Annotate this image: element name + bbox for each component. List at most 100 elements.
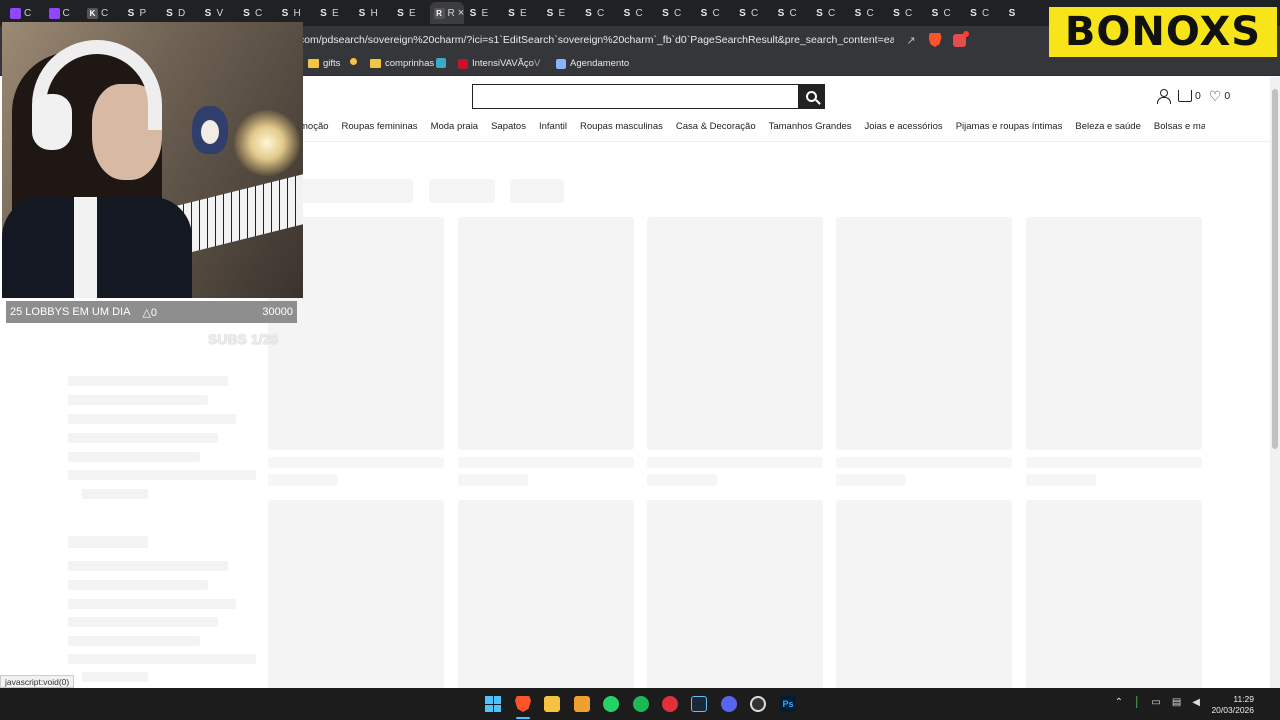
volume-icon[interactable]: ◀ bbox=[1192, 697, 1200, 708]
category-link[interactable]: Pijamas e roupas íntimas bbox=[956, 121, 1063, 132]
photoshop-icon[interactable]: Ps bbox=[780, 696, 796, 712]
twitch-favicon-icon bbox=[48, 7, 60, 19]
product-card-skeleton bbox=[836, 217, 1012, 450]
browser-tab[interactable]: SC bbox=[849, 2, 888, 24]
bookmark-gifts[interactable]: gifts bbox=[308, 58, 340, 69]
browser-tab[interactable]: KC bbox=[83, 2, 122, 24]
category-link[interactable]: Roupas femininas bbox=[342, 121, 418, 132]
browser-tab[interactable]: SC bbox=[237, 2, 276, 24]
bookmark-agendamento[interactable]: Agendamento bbox=[556, 58, 629, 69]
sidebar-skeleton bbox=[68, 636, 200, 646]
chevron-up-icon[interactable]: ⌃ bbox=[1115, 697, 1123, 708]
product-title-skeleton bbox=[268, 457, 444, 468]
browser-tab[interactable]: C bbox=[6, 2, 45, 24]
browser-tab[interactable]: SE bbox=[464, 2, 503, 24]
category-link[interactable]: Joias e acessórios bbox=[865, 121, 943, 132]
product-title-skeleton bbox=[647, 457, 823, 468]
whatsapp-icon[interactable] bbox=[603, 696, 619, 712]
browser-tab[interactable]: SC bbox=[656, 2, 695, 24]
category-link[interactable]: Casa & Decoração bbox=[676, 121, 756, 132]
file-explorer-icon[interactable] bbox=[544, 696, 560, 712]
category-link[interactable]: Moda praia bbox=[431, 121, 479, 132]
goal-current: △0 bbox=[142, 306, 158, 319]
v-logo-icon bbox=[458, 58, 468, 69]
bookmark-site-icon[interactable] bbox=[436, 58, 446, 68]
wishlist-button[interactable]: ♡ 0 bbox=[1209, 89, 1230, 103]
obs-icon[interactable] bbox=[750, 696, 766, 712]
browser-tab[interactable]: SE bbox=[541, 2, 580, 24]
category-link[interactable]: Beleza e saúde bbox=[1075, 121, 1141, 132]
browser-tab[interactable]: SC bbox=[964, 2, 1003, 24]
active-app-indicator bbox=[516, 717, 530, 719]
app-red-icon[interactable] bbox=[662, 696, 678, 712]
network-icon[interactable]: ▤ bbox=[1172, 697, 1181, 708]
s-favicon-icon: S bbox=[816, 7, 823, 19]
header-actions: 0 ♡ 0 bbox=[1156, 89, 1230, 104]
bookmark-v[interactable]: V bbox=[534, 58, 540, 69]
browser-tab[interactable]: SC bbox=[618, 2, 657, 24]
product-card-skeleton bbox=[1026, 500, 1202, 688]
s-favicon-icon: S bbox=[662, 7, 669, 19]
search-input[interactable] bbox=[473, 85, 798, 108]
scrollbar-thumb[interactable] bbox=[1272, 89, 1278, 449]
browser-tab[interactable]: SH bbox=[276, 2, 315, 24]
category-nav: moção Roupas femininas Moda praia Sapatos In… bbox=[300, 121, 1205, 135]
address-bar[interactable]: .com/pdsearch/sovereign%20charm/?ici=s1`… bbox=[296, 29, 969, 51]
browser-tab[interactable]: SC bbox=[695, 2, 734, 24]
spotify-icon[interactable] bbox=[633, 696, 649, 712]
sidebar-skeleton bbox=[68, 617, 218, 627]
display-icon[interactable]: ▭ bbox=[1151, 697, 1160, 708]
steam-icon[interactable] bbox=[691, 696, 707, 712]
browser-tab[interactable]: SC bbox=[926, 2, 965, 24]
browser-tab[interactable]: SE bbox=[391, 2, 430, 24]
product-price-skeleton bbox=[268, 474, 338, 486]
category-link[interactable]: Infantil bbox=[539, 121, 567, 132]
category-link[interactable]: moção bbox=[300, 121, 329, 132]
microphone-icon[interactable]: │ bbox=[1134, 697, 1140, 708]
browser-tab[interactable]: SC bbox=[810, 2, 849, 24]
bookmark-intensivavaco[interactable]: IntensiVAVÃço bbox=[458, 58, 534, 69]
brave-browser-icon[interactable] bbox=[515, 696, 531, 712]
browser-tab[interactable]: R R × bbox=[429, 2, 464, 24]
browser-tab[interactable]: SE bbox=[314, 2, 353, 24]
user-icon[interactable] bbox=[1156, 89, 1171, 104]
browser-tab[interactable]: SC bbox=[733, 2, 772, 24]
browser-tab[interactable]: SE bbox=[502, 2, 541, 24]
browser-tab[interactable]: SH bbox=[353, 2, 392, 24]
cart-count: 0 bbox=[1195, 90, 1201, 102]
windows-logo-icon bbox=[485, 696, 501, 712]
browser-tab[interactable]: SD bbox=[160, 2, 199, 24]
browser-tab[interactable]: SC bbox=[579, 2, 618, 24]
browser-tab[interactable]: C bbox=[45, 2, 84, 24]
category-link[interactable]: Roupas masculinas bbox=[580, 121, 663, 132]
brave-shields-icon[interactable] bbox=[928, 33, 942, 47]
bookmark-dot[interactable] bbox=[350, 58, 357, 65]
lamp bbox=[234, 110, 300, 176]
discord-icon[interactable] bbox=[721, 696, 737, 712]
browser-tab[interactable]: S bbox=[1003, 2, 1042, 24]
s-favicon-icon: S bbox=[320, 7, 327, 19]
share-icon[interactable]: ↗ bbox=[904, 33, 918, 47]
browser-tab[interactable]: SP bbox=[122, 2, 161, 24]
sublime-text-icon[interactable] bbox=[574, 696, 590, 712]
s-favicon-icon: S bbox=[623, 7, 631, 19]
taskbar-clock[interactable]: 11:29 20/03/2026 bbox=[1211, 694, 1254, 716]
category-link[interactable]: Bolsas e malas bbox=[1154, 121, 1205, 132]
s-favicon-icon: S bbox=[585, 7, 592, 19]
s-favicon-icon: S bbox=[854, 7, 862, 19]
brave-rewards-icon[interactable] bbox=[952, 30, 969, 47]
browser-tab[interactable]: SC bbox=[887, 2, 926, 24]
sidebar-skeleton bbox=[68, 580, 208, 590]
folder-icon bbox=[308, 59, 319, 68]
category-link[interactable]: Sapatos bbox=[491, 121, 526, 132]
cart-button[interactable]: 0 bbox=[1178, 90, 1201, 102]
search-button[interactable] bbox=[798, 85, 824, 108]
page-scrollbar[interactable] bbox=[1270, 77, 1280, 688]
bookmark-comprinhas[interactable]: comprinhas bbox=[370, 58, 434, 69]
browser-tab[interactable]: SV bbox=[199, 2, 238, 24]
start-button[interactable] bbox=[485, 696, 501, 712]
category-link[interactable]: Tamanhos Grandes bbox=[769, 121, 852, 132]
browser-tab[interactable]: SC bbox=[772, 2, 811, 24]
product-card-skeleton bbox=[1026, 217, 1202, 450]
product-price-skeleton bbox=[458, 474, 528, 486]
